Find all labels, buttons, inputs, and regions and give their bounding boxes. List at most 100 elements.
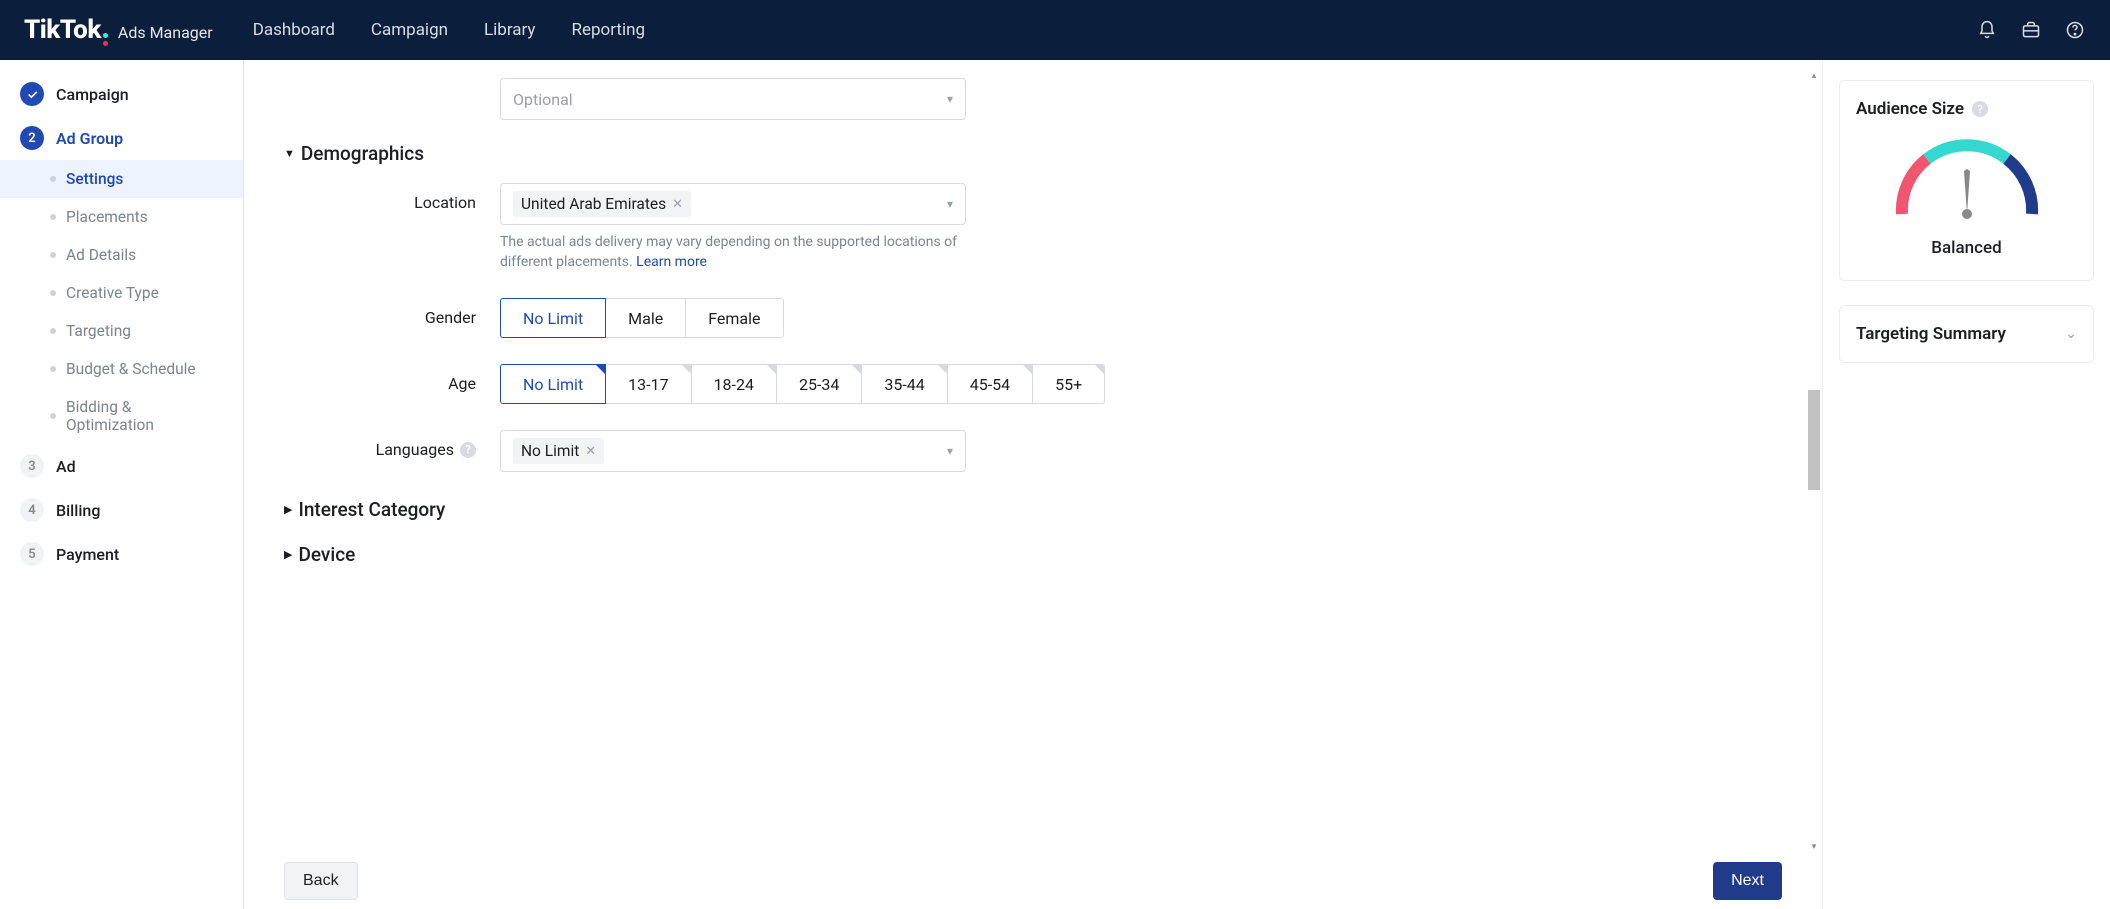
sidebar-item-creative-type[interactable]: Creative Type bbox=[0, 274, 243, 312]
triangle-right-icon: ▶ bbox=[284, 503, 292, 516]
audience-size-status: Balanced bbox=[1931, 238, 2001, 258]
age-45-54-button[interactable]: 45-54 bbox=[948, 364, 1033, 404]
sidebar-item-label: Creative Type bbox=[66, 284, 159, 302]
chevron-down-icon: ▾ bbox=[947, 197, 953, 211]
age-label: Age bbox=[284, 364, 500, 393]
section-demographics[interactable]: ▼ Demographics bbox=[284, 142, 1766, 165]
form-footer: Back Next bbox=[244, 853, 1822, 909]
step-number-icon: 3 bbox=[20, 454, 44, 478]
sidebar-item-label: Budget & Schedule bbox=[66, 360, 196, 378]
sidebar-item-targeting[interactable]: Targeting bbox=[0, 312, 243, 350]
top-nav: Dashboard Campaign Library Reporting bbox=[253, 20, 645, 40]
logo-text: TikTok bbox=[24, 15, 101, 45]
sidebar-item-label: Placements bbox=[66, 208, 148, 226]
panel-title-label: Targeting Summary bbox=[1856, 324, 2006, 344]
sidebar-item-budget-schedule[interactable]: Budget & Schedule bbox=[0, 350, 243, 388]
triangle-right-icon: ▶ bbox=[284, 548, 292, 561]
sidebar-step-label: Ad bbox=[56, 457, 76, 476]
scroll-up-arrow-icon[interactable]: ▴ bbox=[1808, 70, 1820, 82]
sidebar-step-adgroup[interactable]: 2 Ad Group bbox=[0, 116, 243, 160]
age-25-34-button[interactable]: 25-34 bbox=[777, 364, 862, 404]
section-title-label: Demographics bbox=[301, 142, 424, 165]
triangle-down-icon: ▼ bbox=[284, 147, 295, 160]
top-bar: TikTok Ads Manager Dashboard Campaign Li… bbox=[0, 0, 2110, 60]
section-interest-category[interactable]: ▶ Interest Category bbox=[284, 498, 1766, 521]
languages-chip: No Limit ✕ bbox=[513, 438, 604, 464]
languages-label: Languages ? bbox=[284, 430, 500, 459]
targeting-summary-panel[interactable]: Targeting Summary ⌄ bbox=[1839, 305, 2094, 363]
location-label: Location bbox=[284, 183, 500, 212]
sidebar-item-ad-details[interactable]: Ad Details bbox=[0, 236, 243, 274]
nav-dashboard[interactable]: Dashboard bbox=[253, 20, 335, 40]
gender-segmented: No Limit Male Female bbox=[500, 298, 1766, 338]
help-icon[interactable] bbox=[2064, 19, 2086, 41]
right-panel: Audience Size ? Balanced Targeting Summa… bbox=[1822, 60, 2110, 909]
scrollbar-thumb[interactable] bbox=[1808, 390, 1820, 490]
optional-select[interactable]: Optional ▾ bbox=[500, 78, 966, 120]
sidebar-step-billing[interactable]: 4 Billing bbox=[0, 488, 243, 532]
nav-library[interactable]: Library bbox=[484, 20, 535, 40]
gender-male-button[interactable]: Male bbox=[606, 298, 686, 338]
sidebar-item-settings[interactable]: Settings bbox=[0, 160, 243, 198]
close-icon[interactable]: ✕ bbox=[672, 197, 683, 212]
chevron-down-icon: ▾ bbox=[947, 444, 953, 458]
chevron-down-icon: ⌄ bbox=[2065, 326, 2077, 342]
sidebar-item-bidding-optimization[interactable]: Bidding & Optimization bbox=[0, 388, 243, 444]
gauge-icon bbox=[1882, 129, 2052, 224]
age-segmented: No Limit 13-17 18-24 25-34 35-44 45-54 5… bbox=[500, 364, 1766, 404]
help-icon[interactable]: ? bbox=[460, 442, 476, 458]
section-title-label: Device bbox=[298, 543, 355, 566]
sidebar-step-label: Ad Group bbox=[56, 129, 123, 148]
sidebar-item-label: Bidding & Optimization bbox=[66, 398, 223, 434]
location-chip: United Arab Emirates ✕ bbox=[513, 191, 691, 217]
age-13-17-button[interactable]: 13-17 bbox=[606, 364, 691, 404]
logo-dots-icon bbox=[103, 33, 108, 46]
nav-reporting[interactable]: Reporting bbox=[571, 20, 645, 40]
learn-more-link[interactable]: Learn more bbox=[636, 254, 707, 270]
sidebar-step-campaign[interactable]: Campaign bbox=[0, 72, 243, 116]
top-bar-actions bbox=[1976, 19, 2086, 41]
sidebar: Campaign 2 Ad Group Settings Placements … bbox=[0, 60, 244, 909]
step-number-icon: 2 bbox=[20, 126, 44, 150]
chip-label: No Limit bbox=[521, 442, 579, 460]
languages-select[interactable]: No Limit ✕ ▾ bbox=[500, 430, 966, 472]
sidebar-step-payment[interactable]: 5 Payment bbox=[0, 532, 243, 576]
bell-icon[interactable] bbox=[1976, 19, 1998, 41]
help-icon[interactable]: ? bbox=[1972, 101, 1988, 117]
scrollbar[interactable]: ▴ ▾ bbox=[1808, 70, 1820, 853]
gender-label: Gender bbox=[284, 298, 500, 327]
nav-campaign[interactable]: Campaign bbox=[371, 20, 448, 40]
audience-size-panel: Audience Size ? Balanced bbox=[1839, 80, 2094, 281]
age-35-44-button[interactable]: 35-44 bbox=[862, 364, 947, 404]
sidebar-step-label: Billing bbox=[56, 501, 100, 520]
age-no-limit-button[interactable]: No Limit bbox=[500, 364, 606, 404]
gender-female-button[interactable]: Female bbox=[686, 298, 783, 338]
select-placeholder: Optional bbox=[513, 90, 573, 109]
age-18-24-button[interactable]: 18-24 bbox=[692, 364, 777, 404]
next-button[interactable]: Next bbox=[1713, 862, 1782, 900]
close-icon[interactable]: ✕ bbox=[585, 444, 596, 459]
logo: TikTok Ads Manager bbox=[24, 15, 213, 46]
tiktok-logo: TikTok bbox=[24, 15, 108, 46]
chip-label: United Arab Emirates bbox=[521, 195, 666, 213]
sidebar-step-label: Campaign bbox=[56, 85, 129, 104]
age-55plus-button[interactable]: 55+ bbox=[1033, 364, 1105, 404]
scroll-down-arrow-icon[interactable]: ▾ bbox=[1808, 841, 1820, 853]
sidebar-item-label: Targeting bbox=[66, 322, 131, 340]
back-button[interactable]: Back bbox=[284, 862, 358, 900]
main-content: Optional ▾ ▼ Demographics Location Unite… bbox=[244, 60, 1822, 909]
logo-subtitle: Ads Manager bbox=[118, 23, 213, 42]
panel-title-label: Audience Size bbox=[1856, 99, 1964, 119]
section-device[interactable]: ▶ Device bbox=[284, 543, 1766, 566]
check-icon bbox=[20, 82, 44, 106]
gender-no-limit-button[interactable]: No Limit bbox=[500, 298, 606, 338]
location-select[interactable]: United Arab Emirates ✕ ▾ bbox=[500, 183, 966, 225]
sidebar-step-ad[interactable]: 3 Ad bbox=[0, 444, 243, 488]
step-number-icon: 4 bbox=[20, 498, 44, 522]
form-scroll-area[interactable]: Optional ▾ ▼ Demographics Location Unite… bbox=[244, 60, 1806, 853]
chevron-down-icon: ▾ bbox=[947, 92, 953, 106]
sidebar-item-placements[interactable]: Placements bbox=[0, 198, 243, 236]
sidebar-item-label: Settings bbox=[66, 170, 123, 188]
sidebar-item-label: Ad Details bbox=[66, 246, 136, 264]
briefcase-icon[interactable] bbox=[2020, 19, 2042, 41]
